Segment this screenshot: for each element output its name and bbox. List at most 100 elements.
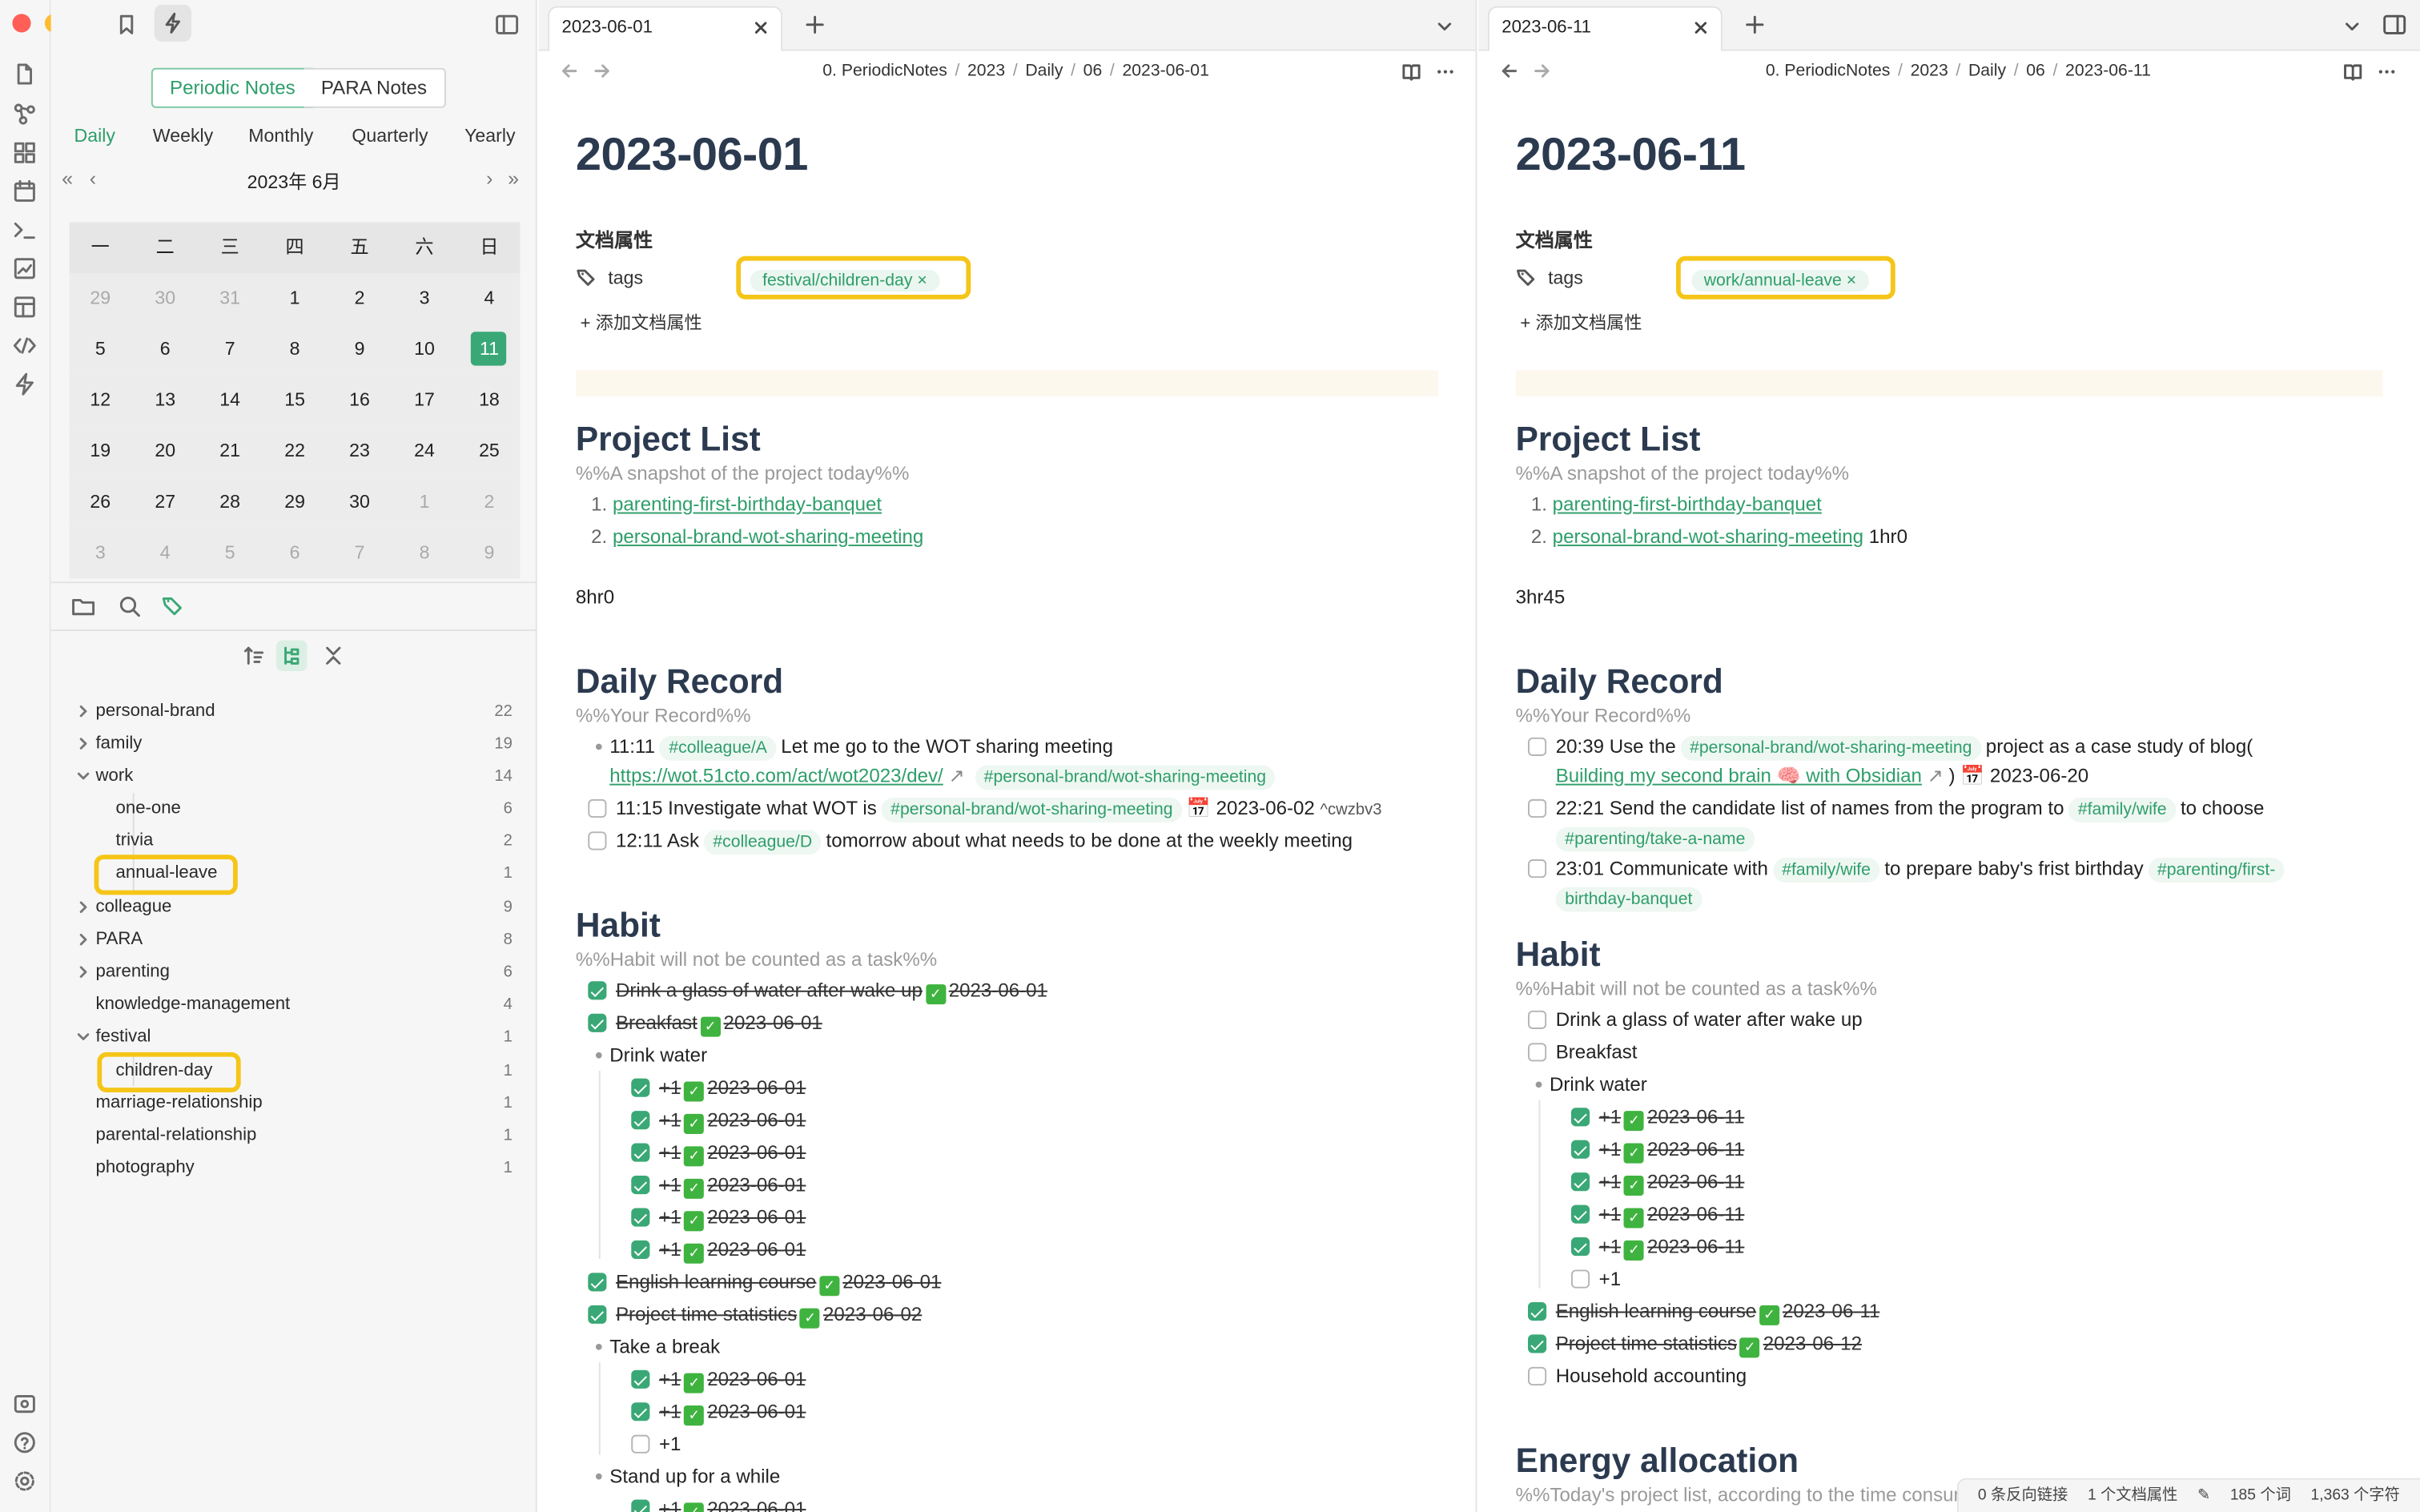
next-month-icon[interactable]: ›	[486, 167, 492, 190]
help-icon[interactable]	[12, 1430, 37, 1455]
breadcrumb-item[interactable]: Daily	[1968, 62, 2006, 80]
calendar-icon[interactable]	[12, 179, 37, 203]
chart-icon[interactable]	[12, 256, 37, 281]
period-weekly[interactable]: Weekly	[153, 125, 213, 147]
add-property-button[interactable]: + 添加文档属性	[1520, 310, 1642, 335]
tag-item-work[interactable]: work 14	[51, 761, 537, 792]
tag-pill[interactable]: #family/wife	[1772, 858, 1880, 883]
habit-checkbox[interactable]	[631, 1078, 650, 1097]
calendar-day[interactable]: 1	[393, 477, 455, 528]
calendar-day[interactable]: 7	[199, 324, 261, 376]
habit-checkbox[interactable]	[631, 1111, 650, 1130]
calendar-day[interactable]: 30	[135, 273, 196, 324]
calendar-day[interactable]: 16	[329, 375, 391, 426]
calendar-day[interactable]: 9	[329, 324, 391, 376]
folder-icon[interactable]	[71, 594, 96, 619]
habit-checkbox[interactable]	[1528, 1366, 1547, 1385]
bookmark-icon[interactable]	[116, 14, 138, 35]
tag-item-para[interactable]: PARA 8	[51, 924, 537, 955]
quick-action-icon[interactable]	[154, 4, 191, 42]
calendar-day[interactable]: 24	[393, 426, 455, 477]
tag-pill[interactable]: #colleague/D	[703, 830, 822, 855]
template-icon[interactable]	[12, 295, 37, 320]
calendar-day-today[interactable]: 11	[458, 324, 520, 376]
calendar-day[interactable]: 9	[458, 528, 520, 579]
calendar-day[interactable]: 31	[199, 273, 261, 324]
add-property-button[interactable]: + 添加文档属性	[581, 310, 702, 335]
habit-checkbox[interactable]	[1528, 1334, 1547, 1353]
habit-checkbox[interactable]	[1570, 1237, 1590, 1257]
habit-checkbox[interactable]	[631, 1208, 650, 1227]
tab-list-chevron-down-icon[interactable]	[1435, 17, 1453, 35]
reading-view-icon[interactable]	[1401, 62, 1421, 82]
breadcrumb-item[interactable]: 0. PeriodicNotes	[822, 62, 947, 80]
tag-pill[interactable]: birthday-banquet	[1555, 887, 1702, 912]
task-checkbox[interactable]	[1528, 737, 1547, 756]
habit-checkbox[interactable]	[588, 1305, 607, 1324]
project-link[interactable]: parenting-first-birthday-banquet	[613, 493, 882, 515]
calendar-day[interactable]: 25	[458, 426, 520, 477]
calendar-day[interactable]: 26	[70, 477, 131, 528]
forward-arrow-icon[interactable]	[593, 62, 611, 80]
tag-pill[interactable]: #personal-brand/wot-sharing-meeting	[881, 798, 1183, 822]
calendar-day[interactable]: 5	[199, 528, 261, 579]
tag-item-festival[interactable]: festival 1	[51, 1021, 537, 1052]
tag-item-one-one[interactable]: one-one 6	[51, 793, 537, 824]
calendar-day[interactable]: 8	[393, 528, 455, 579]
calendar-day[interactable]: 17	[393, 375, 455, 426]
new-tab-icon[interactable]	[804, 14, 826, 35]
habit-checkbox[interactable]	[1570, 1108, 1590, 1127]
calendar-day[interactable]: 1	[264, 273, 326, 324]
period-daily[interactable]: Daily	[74, 125, 115, 147]
habit-checkbox[interactable]	[1570, 1269, 1590, 1289]
sort-icon[interactable]	[243, 645, 266, 666]
calendar-day[interactable]: 29	[70, 273, 131, 324]
habit-checkbox[interactable]	[1528, 1043, 1547, 1062]
breadcrumb-item[interactable]: 0. PeriodicNotes	[1766, 62, 1891, 80]
calendar-day[interactable]: 10	[393, 324, 455, 376]
habit-checkbox[interactable]	[588, 1273, 607, 1292]
habit-checkbox[interactable]	[631, 1175, 650, 1195]
toggle-right-sidebar-icon[interactable]	[2383, 14, 2406, 35]
vault-icon[interactable]	[12, 1392, 37, 1417]
back-arrow-icon[interactable]	[1500, 62, 1518, 80]
habit-checkbox[interactable]	[1570, 1204, 1590, 1224]
collapse-all-icon[interactable]	[323, 645, 344, 666]
canvas-icon[interactable]	[12, 140, 37, 165]
project-link[interactable]: parenting-first-birthday-banquet	[1553, 493, 1822, 515]
toggle-sidebar-icon[interactable]	[496, 14, 519, 35]
task-checkbox[interactable]	[1528, 798, 1547, 818]
period-monthly[interactable]: Monthly	[248, 125, 313, 147]
breadcrumb-item[interactable]: 06	[2026, 62, 2045, 80]
internal-link[interactable]: Building my second brain 🧠 with Obsidian	[1556, 766, 1922, 787]
project-link[interactable]: personal-brand-wot-sharing-meeting	[1553, 526, 1863, 548]
habit-checkbox[interactable]	[1528, 1010, 1547, 1029]
tag-pill[interactable]: #parenting/take-a-name	[1555, 826, 1755, 852]
habit-checkbox[interactable]	[631, 1240, 650, 1260]
habit-checkbox[interactable]	[588, 1013, 607, 1032]
calendar-day[interactable]: 12	[70, 375, 131, 426]
tag-item-family[interactable]: family 19	[51, 728, 537, 759]
tag-pill[interactable]: #personal-brand/wot-sharing-meeting	[975, 765, 1276, 790]
backlinks-count[interactable]: 0 条反向链接	[1978, 1487, 2068, 1504]
breadcrumb-item[interactable]: 2023	[1911, 62, 1948, 80]
close-window-button[interactable]	[12, 14, 31, 33]
habit-checkbox[interactable]	[631, 1434, 650, 1454]
calendar-day[interactable]: 23	[329, 426, 391, 477]
tab-list-chevron-down-icon[interactable]	[2343, 17, 2362, 35]
calendar-day[interactable]: 5	[70, 324, 131, 376]
edit-pencil-icon[interactable]: ✎	[2197, 1487, 2210, 1504]
habit-checkbox[interactable]	[631, 1499, 650, 1512]
calendar-day[interactable]: 18	[458, 375, 520, 426]
calendar-day[interactable]: 4	[135, 528, 196, 579]
tag-pill[interactable]: #colleague/A	[659, 735, 777, 761]
periodic-notes-tab[interactable]: Periodic Notes	[151, 67, 314, 108]
breadcrumb-item[interactable]: 2023	[967, 62, 1005, 80]
calendar-day[interactable]: 8	[264, 324, 326, 376]
tag-item-marriage-relationship[interactable]: marriage-relationship 1	[51, 1088, 537, 1119]
para-notes-tab[interactable]: PARA Notes	[304, 67, 446, 108]
calendar-day[interactable]: 14	[199, 375, 261, 426]
templater-icon[interactable]	[12, 333, 37, 358]
terminal-icon[interactable]	[12, 218, 37, 243]
settings-icon[interactable]	[12, 1469, 37, 1494]
